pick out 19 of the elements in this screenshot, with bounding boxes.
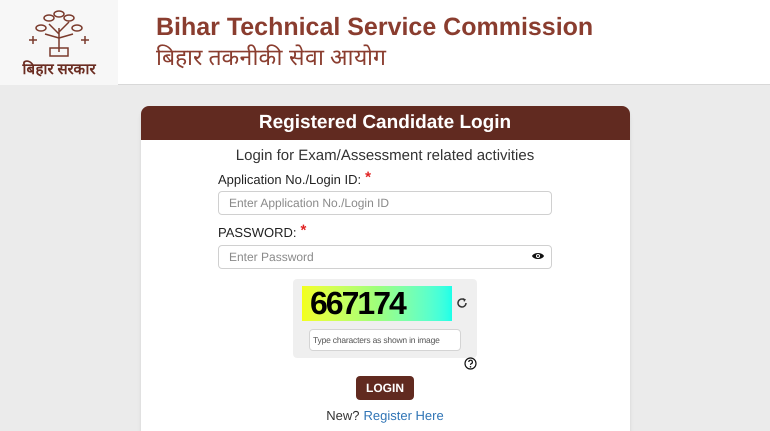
required-mark: * <box>365 170 371 188</box>
input-field[interactable]: Enter Password <box>218 244 552 268</box>
required-mark: * <box>300 223 306 241</box>
site-subtitle: बिहार तकनीकी सेवा आयोग <box>156 43 388 72</box>
logo-caption: बिहार सरकार <box>22 62 96 76</box>
login-button[interactable]: LOGIN <box>356 376 414 400</box>
help-icon[interactable] <box>464 356 477 370</box>
field-label: Application No./Login ID: <box>218 170 362 189</box>
refresh-icon[interactable] <box>456 297 468 309</box>
card-subtitle: Login for Exam/Assessment related activities <box>236 146 534 166</box>
site-title: Bihar Technical Service Commission <box>156 12 594 43</box>
register-link[interactable]: Register Here <box>364 406 444 425</box>
input-field[interactable]: Enter Application No./Login ID <box>218 191 552 215</box>
card-title: Registered Candidate Login <box>258 110 512 135</box>
eye-icon[interactable] <box>532 252 544 260</box>
field-label: PASSWORD: <box>218 224 296 242</box>
captcha-input[interactable]: Type characters as shown in image <box>309 328 461 350</box>
register-prompt: New? <box>326 406 360 424</box>
captcha-code: 667174 <box>310 287 405 319</box>
